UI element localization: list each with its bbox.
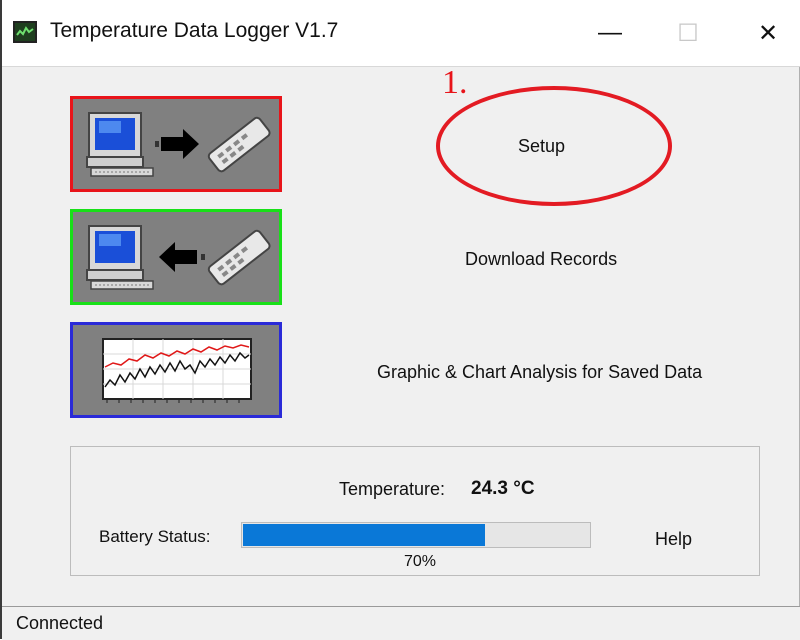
battery-progress-bar [241, 522, 591, 548]
connection-status: Connected [16, 613, 104, 633]
computer-to-logger-icon [86, 112, 271, 177]
temperature-value: 24.3 °C [471, 478, 535, 499]
minimize-button[interactable]: — [580, 12, 640, 54]
step-number-annotation: 1. [442, 64, 468, 101]
close-button[interactable]: ✕ [738, 12, 798, 54]
title-bar[interactable]: Temperature Data Logger V1.7 — ☐ ✕ [2, 0, 800, 67]
temperature-label: Temperature: [339, 479, 446, 499]
app-logo-icon [13, 21, 37, 43]
logger-to-computer-icon [86, 225, 271, 290]
close-icon: ✕ [757, 19, 779, 47]
setup-button[interactable] [70, 96, 282, 192]
chart-analysis-label[interactable]: Graphic & Chart Analysis for Saved Data [377, 362, 702, 383]
status-bar: Connected [2, 606, 800, 640]
status-panel: Temperature: 24.3 °C Battery Status: 70%… [70, 446, 760, 576]
chart-analysis-button[interactable] [70, 322, 282, 418]
minimize-icon: — [598, 19, 622, 46]
download-records-button[interactable] [70, 209, 282, 305]
window-title: Temperature Data Logger V1.7 [50, 19, 339, 42]
app-window: Temperature Data Logger V1.7 — ☐ ✕ Setup… [0, 0, 800, 640]
maximize-button[interactable]: ☐ [658, 12, 718, 54]
download-records-label[interactable]: Download Records [465, 249, 617, 270]
maximize-icon: ☐ [677, 19, 699, 47]
highlight-ellipse [436, 86, 672, 206]
chart-analysis-icon [102, 338, 252, 403]
battery-progress-fill [243, 524, 485, 546]
battery-status-label: Battery Status: [99, 527, 211, 546]
battery-percent-text: 70% [404, 553, 437, 570]
help-button[interactable]: Help [655, 529, 692, 550]
